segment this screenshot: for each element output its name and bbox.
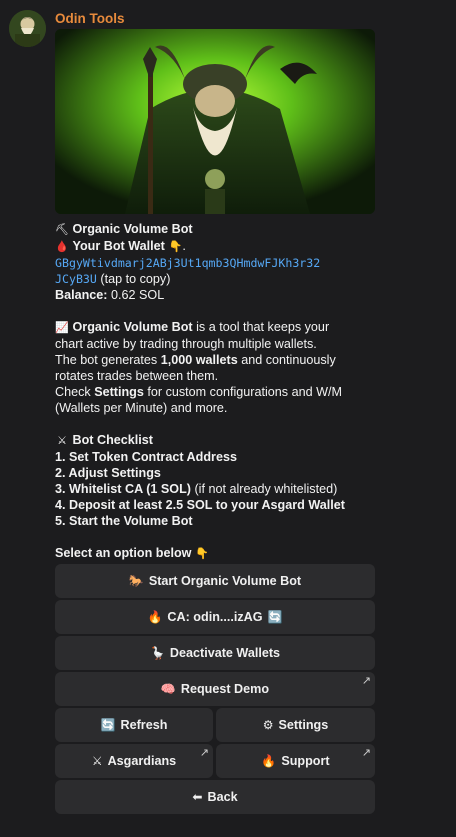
desc-3a: The bot generates [55,353,161,367]
chart-icon: 📈 [55,322,69,334]
deactivate-button-label: Deactivate Wallets [169,646,281,660]
pickaxe-icon: ⛏ [55,224,69,236]
brain-icon: 🧠 [160,682,176,696]
desc-5c: for custom configurations and W/M [143,385,342,399]
horse-icon: 🐎 [128,574,144,588]
deactivate-wallets-button[interactable]: 🪿 Deactivate Wallets [55,636,375,670]
checklist-item: 1. Set Token Contract Address [55,450,237,464]
sender-name[interactable]: Odin Tools [55,11,125,26]
asgardians-button-label: Asgardians [107,754,177,768]
wallet-address-1[interactable]: GBgyWtivdmarj2ABj3Ut1qmb3QHmdwFJKh3r32 [55,255,375,271]
back-arrow-icon: ⬅ [192,790,203,804]
bot-avatar[interactable] [9,10,46,47]
fire-icon: 🔥 [261,754,277,768]
message-body: ⛏ Organic Volume Bot 🩸 Your Bot Wallet 👇… [55,221,375,562]
checklist-title: Bot Checklist [72,433,153,447]
settings-button-label: Settings [278,718,329,732]
desc-1: is a tool that keeps your [192,320,330,334]
message-title: Organic Volume Bot [72,222,193,236]
swords-icon: ⚔ [91,754,103,768]
wallet-label: Your Bot Wallet [72,239,165,253]
wallet-suffix: . [182,239,186,253]
balance-value: 0.62 SOL [111,288,165,302]
desc-3b: 1,000 wallets [160,353,238,367]
support-button-label: Support [281,754,330,768]
external-link-icon: ↗ [199,747,209,759]
checklist-item: 3. Whitelist CA (1 SOL) [55,482,191,496]
checklist-item: 2. Adjust Settings [55,466,161,480]
request-demo-button[interactable]: 🧠 Request Demo ↗ [55,672,375,706]
balance-line: Balance: 0.62 SOL [55,287,375,303]
asgardians-button[interactable]: ⚔ Asgardians ↗ [55,744,213,778]
contract-address-button[interactable]: 🔥 CA: odin....izAG 🔄 [55,600,375,634]
fire-icon: 🔥 [147,610,163,624]
point-down-icon: 👇 [195,548,209,560]
desc-2: chart active by trading through multiple… [55,337,317,351]
gear-icon: ⚙ [262,718,274,732]
tap-to-copy: (tap to copy) [100,272,171,286]
settings-button[interactable]: ⚙ Settings [216,708,375,742]
swords-icon: ⚔ [57,435,67,447]
ca-button-label: CA: odin....izAG [167,610,263,624]
support-button[interactable]: 🔥 Support ↗ [216,744,375,778]
select-prompt: Select an option below [55,546,192,560]
refresh-button-label: Refresh [120,718,168,732]
start-volume-bot-button[interactable]: 🐎 Start Organic Volume Bot [55,564,375,598]
title-line: ⛏ Organic Volume Bot [55,221,375,238]
desc-4: rotates trades between them. [55,369,219,383]
point-down-icon: 👇 [168,241,183,253]
external-link-icon: ↗ [361,675,371,687]
desc-3c: and continuously [237,353,336,367]
desc-5a: Check [55,385,95,399]
external-link-icon: ↗ [361,747,371,759]
checklist-item: 5. Start the Volume Bot [55,514,193,528]
balance-label: Balance: [55,288,108,302]
back-button-label: Back [207,790,238,804]
banner-image [55,29,375,214]
refresh-button[interactable]: 🔄 Refresh [55,708,213,742]
start-button-label: Start Organic Volume Bot [148,574,302,588]
goose-icon: 🪿 [149,646,165,660]
back-button[interactable]: ⬅ Back [55,780,375,814]
checklist-note: (if not already whitelisted) [190,482,338,496]
desc-5b: Settings [94,385,144,399]
desc-bold: Organic Volume Bot [72,320,193,334]
blood-drop-icon: 🩸 [55,241,69,253]
refresh-icon: 🔄 [267,610,283,624]
wallet-line: 🩸 Your Bot Wallet 👇. [55,238,375,255]
demo-button-label: Request Demo [180,682,270,696]
refresh-icon: 🔄 [100,718,116,732]
checklist-item: 4. Deposit at least 2.5 SOL to your Asga… [55,498,345,512]
wallet-address-2[interactable]: JCyB3U [55,272,97,286]
desc-6: (Wallets per Minute) and more. [55,401,228,415]
